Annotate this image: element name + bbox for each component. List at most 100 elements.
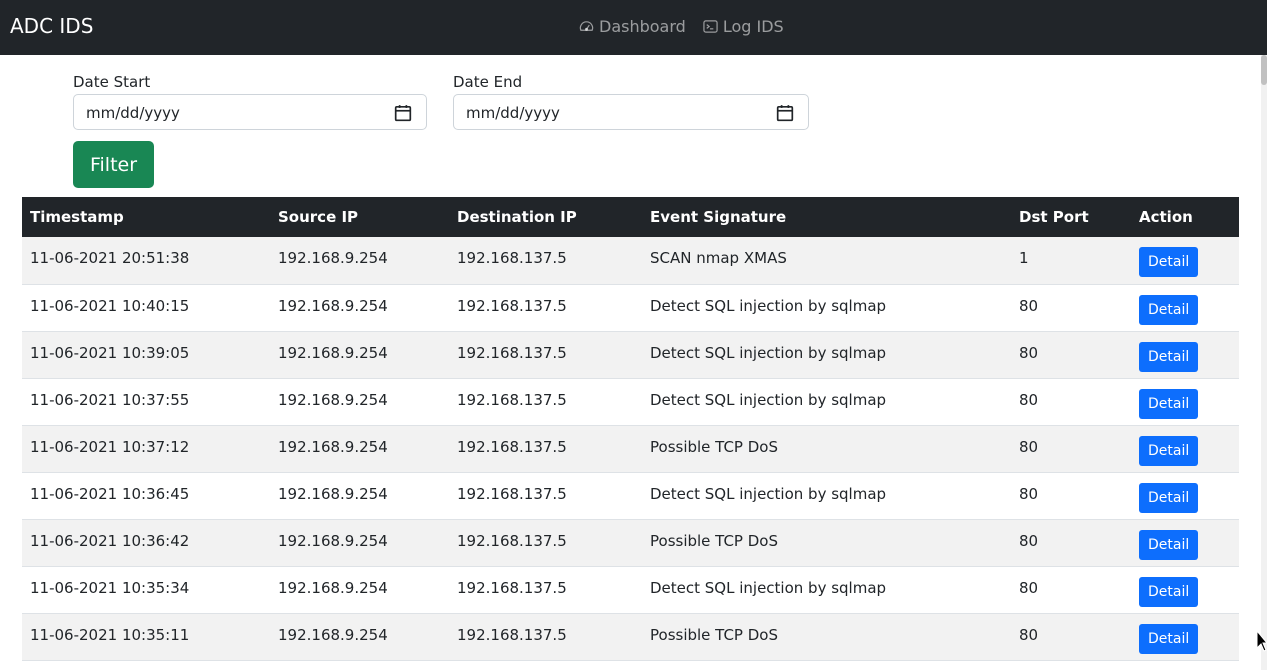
date-start-placeholder: mm/dd/yyyy (86, 104, 180, 122)
scrollbar-thumb[interactable] (1261, 55, 1267, 85)
cell-event-signature: Possible TCP DoS (650, 437, 778, 456)
cell-destination-ip: 192.168.137.5 (457, 484, 567, 503)
detail-button[interactable]: Detail (1139, 529, 1199, 560)
cell-action: Detail (1131, 425, 1239, 472)
top-navbar: ADC IDS Dashboard Log IDS (0, 0, 1267, 55)
cell-timestamp: 11-06-2021 10:40:15 (30, 296, 190, 315)
date-end-input[interactable]: mm/dd/yyyy (453, 94, 809, 130)
header-source-ip: Source IP (278, 208, 359, 226)
detail-button[interactable]: Detail (1139, 482, 1199, 513)
table-row: 11-06-2021 10:36:42 192.168.9.254 192.16… (22, 519, 1239, 566)
detail-button[interactable]: Detail (1139, 435, 1199, 466)
nav-link-log-ids-label: Log IDS (722, 17, 784, 36)
speedometer-icon (579, 21, 594, 31)
cell-destination-ip: 192.168.137.5 (457, 437, 567, 456)
cell-source-ip: 192.168.9.254 (278, 390, 388, 409)
cell-source-ip: 192.168.9.254 (278, 249, 388, 267)
cell-source-ip: 192.168.9.254 (278, 437, 388, 456)
header-timestamp: Timestamp (30, 208, 124, 226)
cell-dst-port: 1 (1019, 249, 1029, 267)
table-row: 11-06-2021 10:35:11 192.168.9.254 192.16… (22, 613, 1239, 660)
detail-button[interactable]: Detail (1139, 341, 1199, 372)
cell-dst-port: 80 (1019, 578, 1039, 597)
cell-timestamp: 11-06-2021 10:35:11 (30, 625, 190, 644)
header-dst-port: Dst Port (1019, 208, 1089, 226)
date-end-field: Date End mm/dd/yyyy (453, 73, 809, 130)
cell-event-signature: Detect SQL injection by sqlmap (650, 484, 887, 503)
cell-source-ip: 192.168.9.254 (278, 531, 388, 550)
cell-source-ip: 192.168.9.254 (278, 578, 388, 597)
cell-destination-ip: 192.168.137.5 (457, 249, 567, 267)
cell-dst-port: 80 (1019, 296, 1039, 315)
date-start-field: Date Start mm/dd/yyyy (73, 73, 427, 130)
table-header-row: Timestamp Source IP Destination IP Event… (22, 197, 1239, 237)
cell-event-signature: Detect SQL injection by sqlmap (650, 296, 887, 315)
header-event-signature: Event Signature (650, 208, 787, 226)
cell-action: Detail (1131, 519, 1239, 566)
cell-action: Detail (1131, 284, 1239, 331)
cell-timestamp: 11-06-2021 10:37:12 (30, 437, 190, 456)
cell-action: Detail (1131, 566, 1239, 613)
detail-button[interactable]: Detail (1139, 576, 1199, 607)
cell-event-signature: Detect SQL injection by sqlmap (650, 390, 887, 409)
table-row: 11-06-2021 10:37:12 192.168.9.254 192.16… (22, 425, 1239, 472)
cell-action: Detail (1131, 378, 1239, 425)
detail-button[interactable]: Detail (1139, 623, 1199, 654)
ids-log-table: Timestamp Source IP Destination IP Event… (22, 197, 1239, 661)
cell-dst-port: 80 (1019, 390, 1039, 409)
cell-action: Detail (1131, 613, 1239, 660)
cell-event-signature: SCAN nmap XMAS (650, 249, 787, 267)
header-action: Action (1139, 208, 1193, 226)
cell-destination-ip: 192.168.137.5 (457, 390, 567, 409)
cell-dst-port: 80 (1019, 437, 1039, 456)
cell-destination-ip: 192.168.137.5 (457, 343, 567, 362)
cell-action: Detail (1131, 331, 1239, 378)
cell-source-ip: 192.168.9.254 (278, 343, 388, 362)
table-row: 11-06-2021 10:40:15 192.168.9.254 192.16… (22, 284, 1239, 331)
cell-action: Detail (1131, 472, 1239, 519)
detail-button[interactable]: Detail (1139, 388, 1199, 419)
cell-destination-ip: 192.168.137.5 (457, 531, 567, 550)
table-row: 11-06-2021 20:51:38 192.168.9.254 192.16… (22, 237, 1239, 284)
nav-link-dashboard-label: Dashboard (599, 17, 686, 36)
detail-button[interactable]: Detail (1139, 294, 1199, 325)
cell-timestamp: 11-06-2021 10:36:42 (30, 531, 190, 550)
nav-link-log-ids[interactable]: Log IDS (702, 17, 784, 36)
cell-timestamp: 11-06-2021 10:35:34 (30, 578, 190, 597)
nav-links: Dashboard Log IDS (578, 17, 784, 36)
cell-dst-port: 80 (1019, 484, 1039, 503)
cell-event-signature: Possible TCP DoS (650, 625, 778, 644)
cell-destination-ip: 192.168.137.5 (457, 578, 567, 597)
brand-title[interactable]: ADC IDS (10, 14, 93, 38)
cell-source-ip: 192.168.9.254 (278, 625, 388, 644)
calendar-icon[interactable] (776, 104, 794, 122)
cell-action: Detail (1131, 237, 1239, 284)
cell-dst-port: 80 (1019, 625, 1039, 644)
date-start-input[interactable]: mm/dd/yyyy (73, 94, 427, 130)
table-row: 11-06-2021 10:36:45 192.168.9.254 192.16… (22, 472, 1239, 519)
mouse-cursor-icon (1256, 630, 1267, 652)
terminal-icon (703, 20, 718, 33)
date-end-placeholder: mm/dd/yyyy (466, 104, 560, 122)
calendar-icon[interactable] (394, 104, 412, 122)
table-row: 11-06-2021 10:35:34 192.168.9.254 192.16… (22, 566, 1239, 613)
header-destination-ip: Destination IP (457, 208, 577, 226)
cell-event-signature: Detect SQL injection by sqlmap (650, 578, 887, 597)
nav-link-dashboard[interactable]: Dashboard (578, 17, 686, 36)
date-end-label: Date End (453, 73, 523, 91)
cell-timestamp: 11-06-2021 10:39:05 (30, 343, 190, 362)
cell-dst-port: 80 (1019, 343, 1039, 362)
table-row: 11-06-2021 10:39:05 192.168.9.254 192.16… (22, 331, 1239, 378)
detail-button[interactable]: Detail (1139, 247, 1199, 277)
cell-destination-ip: 192.168.137.5 (457, 625, 567, 644)
cell-timestamp: 11-06-2021 10:36:45 (30, 484, 190, 503)
date-start-label: Date Start (73, 73, 151, 91)
vertical-scrollbar[interactable] (1261, 55, 1267, 670)
cell-source-ip: 192.168.9.254 (278, 296, 388, 315)
cell-timestamp: 11-06-2021 20:51:38 (30, 249, 190, 267)
cell-event-signature: Possible TCP DoS (650, 531, 778, 550)
cell-source-ip: 192.168.9.254 (278, 484, 388, 503)
table-row: 11-06-2021 10:37:55 192.168.9.254 192.16… (22, 378, 1239, 425)
cell-destination-ip: 192.168.137.5 (457, 296, 567, 315)
filter-button[interactable]: Filter (73, 141, 154, 188)
